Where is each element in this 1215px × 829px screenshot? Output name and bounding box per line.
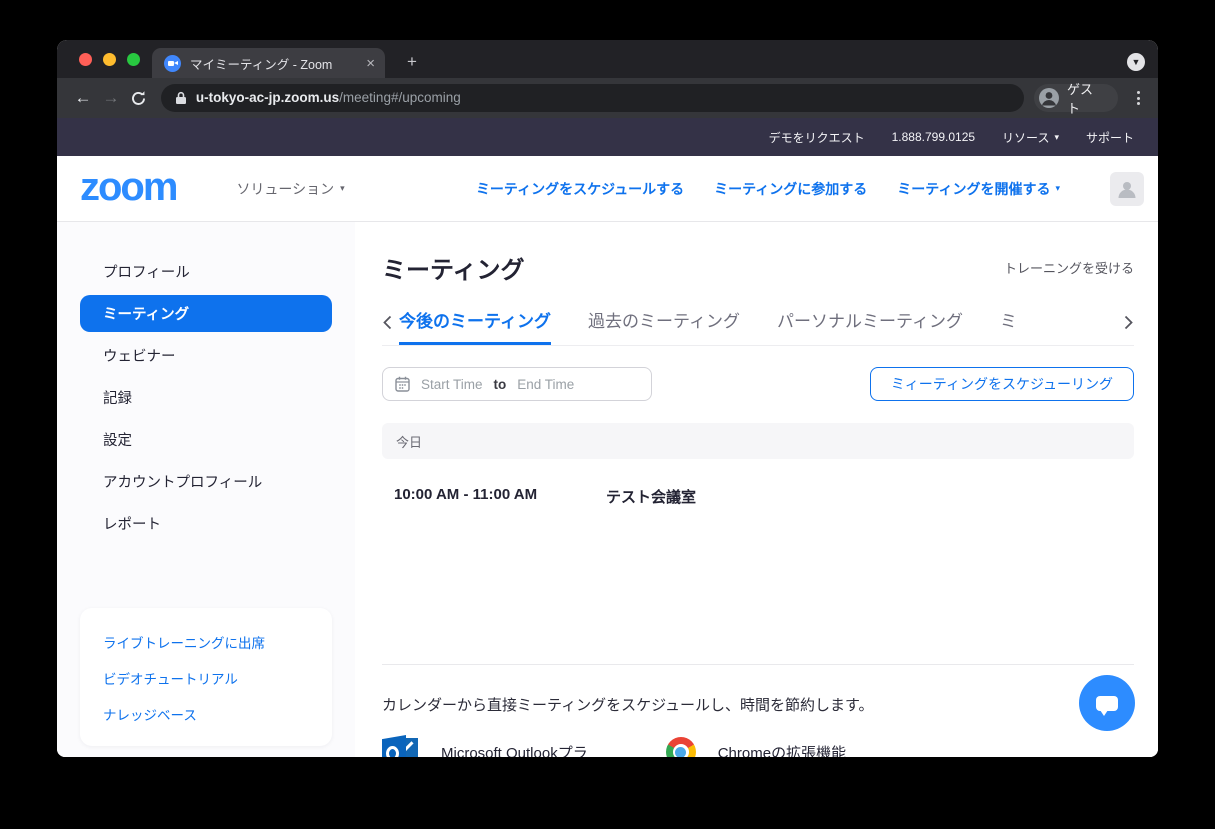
url-path: /meeting#/upcoming (339, 90, 461, 105)
tab-search-menu-icon[interactable]: ▼ (1127, 53, 1145, 71)
knowledge-base-link[interactable]: ナレッジベース (80, 696, 332, 732)
chrome-icon (665, 737, 696, 757)
traffic-lights (79, 53, 140, 66)
guest-avatar-icon (1039, 88, 1060, 108)
back-icon[interactable]: ← (69, 84, 97, 112)
calendar-integrations: Microsoft Outlookプラ Chromeの拡張機能 (382, 735, 1134, 757)
meeting-time: 10:00 AM - 11:00 AM (394, 486, 538, 503)
reload-icon[interactable] (125, 84, 153, 112)
chat-bubble-icon (1096, 695, 1118, 716)
day-group-header: 今日 (382, 423, 1134, 459)
sidebar-item-profile[interactable]: プロフィール (57, 250, 355, 292)
sidebar-item-settings[interactable]: 設定 (57, 418, 355, 460)
start-time-placeholder[interactable]: Start Time (421, 377, 483, 392)
tab-upcoming-meetings[interactable]: 今後のミーティング (399, 307, 551, 345)
zoom-site-header: zoom ソリューション ▾ ミーティングをスケジュールする ミーティングに参加… (57, 156, 1158, 222)
schedule-meeting-link[interactable]: ミーティングをスケジュールする (476, 179, 684, 199)
host-meeting-link[interactable]: ミーティングを開催する ▾ (897, 179, 1060, 199)
video-tutorials-link[interactable]: ビデオチュートリアル (80, 660, 332, 696)
tab-title: マイミーティング - Zoom (190, 57, 333, 72)
sidebar-help-card: ライブトレーニングに出席 ビデオチュートリアル ナレッジベース (80, 608, 332, 746)
meetings-tabs: 今後のミーティング 過去のミーティング パーソナルミーティング ミ (382, 307, 1134, 346)
date-range-to-label: to (493, 376, 507, 392)
tab-close-icon[interactable]: × (366, 56, 375, 71)
browser-menu-icon[interactable] (1130, 91, 1146, 105)
schedule-meeting-button[interactable]: ミィーティングをスケジューリング (869, 367, 1134, 401)
page-title: ミーティング (382, 257, 525, 284)
calendar-icon (395, 376, 410, 392)
outlook-icon (382, 735, 419, 757)
chevron-down-icon: ▾ (1054, 131, 1059, 142)
profile-chip[interactable]: ゲスト (1034, 82, 1119, 116)
sidebar-item-account-profile[interactable]: アカウントプロフィール (57, 460, 355, 502)
fullscreen-window-button[interactable] (127, 53, 140, 66)
new-tab-button[interactable]: + (401, 52, 423, 72)
tab-personal-meetings[interactable]: パーソナルミーティング (777, 307, 963, 345)
tab-truncated[interactable]: ミ (1000, 307, 1017, 345)
zoom-topbar: デモをリクエスト 1.888.799.0125 リソース ▾ サポート (57, 118, 1158, 156)
browser-window: マイミーティング - Zoom × + ▼ ← → u-tokyo-ac-jp.… (57, 40, 1158, 757)
avatar[interactable] (1110, 171, 1144, 206)
tabs-scroll-right-icon[interactable] (1117, 314, 1134, 345)
attend-live-training-link[interactable]: ライブトレーニングに出席 (80, 624, 332, 660)
topbar-phone-link[interactable]: 1.888.799.0125 (892, 130, 975, 144)
topbar-request-demo-link[interactable]: デモをリクエスト (769, 129, 865, 146)
url-domain: u-tokyo-ac-jp.zoom.us (195, 90, 340, 105)
chrome-extension-label: Chromeの拡張機能 (717, 744, 847, 758)
sidebar-item-reports[interactable]: レポート (57, 502, 355, 544)
section-divider (382, 664, 1134, 665)
date-range-input[interactable]: Start Time to End Time (382, 367, 652, 401)
join-meeting-link[interactable]: ミーティングに参加する (714, 179, 867, 199)
main-content: ミーティング トレーニングを受ける 今後のミーティング 過去のミーティング パー… (355, 222, 1158, 757)
address-bar[interactable]: u-tokyo-ac-jp.zoom.us/meeting#/upcoming (160, 84, 1025, 112)
sidebar-item-meetings[interactable]: ミーティング (80, 294, 332, 332)
tabs-scroll-left-icon[interactable] (382, 314, 399, 345)
chat-support-button[interactable] (1079, 675, 1135, 731)
browser-tab[interactable]: マイミーティング - Zoom × (152, 48, 385, 78)
chevron-down-icon: ▾ (1055, 183, 1060, 193)
get-training-link[interactable]: トレーニングを受ける (1004, 258, 1134, 277)
solutions-menu[interactable]: ソリューション ▾ (236, 179, 344, 199)
header-nav: ミーティングをスケジュールする ミーティングに参加する ミーティングを開催する … (476, 171, 1144, 206)
outlook-plugin-item[interactable]: Microsoft Outlookプラ (382, 735, 588, 757)
lock-icon[interactable] (175, 91, 187, 105)
close-window-button[interactable] (79, 53, 92, 66)
end-time-placeholder[interactable]: End Time (517, 377, 574, 392)
topbar-resources-link[interactable]: リソース ▾ (1002, 129, 1059, 146)
zoom-logo[interactable]: zoom (80, 167, 178, 207)
meeting-topic-link[interactable]: テスト会議室 (606, 486, 696, 507)
meeting-row[interactable]: 10:00 AM - 11:00 AM テスト会議室 (382, 486, 1134, 507)
sidebar-item-webinars[interactable]: ウェビナー (57, 334, 355, 376)
minimize-window-button[interactable] (103, 53, 116, 66)
chevron-down-icon: ▾ (340, 183, 345, 193)
topbar-support-link[interactable]: サポート (1086, 129, 1134, 146)
forward-icon: → (102, 88, 120, 107)
sidebar: プロフィール ミーティング ウェビナー 記録 設定 アカウントプロフィール レポ… (57, 222, 355, 757)
outlook-plugin-label: Microsoft Outlookプラ (441, 744, 588, 758)
tab-previous-meetings[interactable]: 過去のミーティング (588, 307, 740, 345)
sidebar-item-recordings[interactable]: 記録 (57, 376, 355, 418)
guest-label: ゲスト (1067, 82, 1094, 116)
chrome-extension-item[interactable]: Chromeの拡張機能 (665, 737, 847, 758)
browser-toolbar: ← → u-tokyo-ac-jp.zoom.us/meeting#/upcom… (57, 78, 1158, 118)
zoom-favicon-icon (164, 54, 181, 72)
calendar-note: カレンダーから直接ミーティングをスケジュールし、時間を節約します。 (382, 697, 874, 714)
browser-tabstrip: マイミーティング - Zoom × + ▼ (57, 40, 1158, 78)
